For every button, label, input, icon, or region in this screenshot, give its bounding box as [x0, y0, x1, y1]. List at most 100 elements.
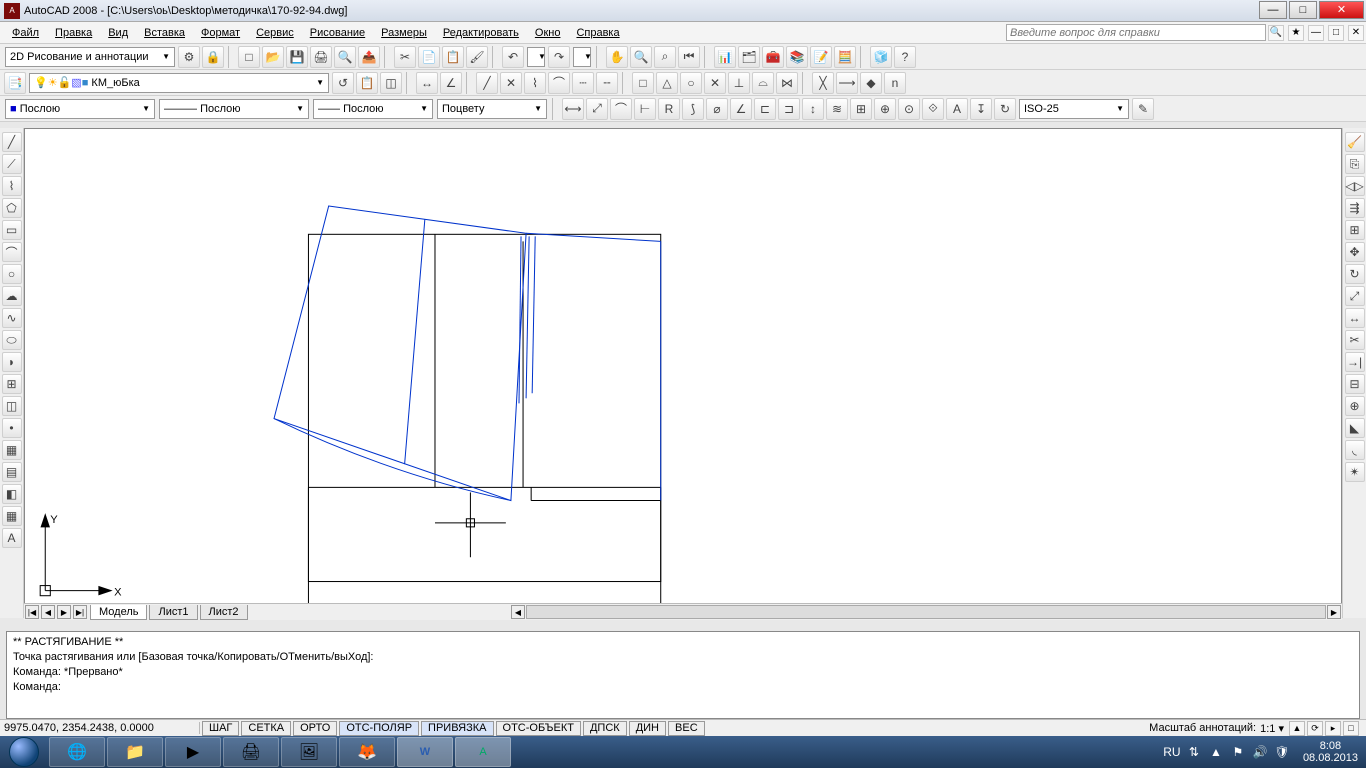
menu-file[interactable]: Файл — [4, 25, 47, 41]
osnap-none-icon[interactable]: n — [884, 72, 906, 94]
dim-ord-icon[interactable]: ⊢ — [634, 98, 656, 120]
menu-dimension[interactable]: Размеры — [373, 25, 435, 41]
toggle-ducs[interactable]: ДПСК — [583, 721, 627, 736]
osnap-ins-icon[interactable]: ◆ — [860, 72, 882, 94]
maximize-button[interactable]: □ — [1289, 1, 1317, 19]
layer-dropdown[interactable]: 💡☀🔓▧■ КМ_юБка▼ — [29, 73, 329, 93]
layer-prev-icon[interactable]: ↺ — [332, 72, 354, 94]
pline-tool-icon[interactable]: ⌇ — [2, 176, 22, 196]
copy-icon[interactable]: 📄 — [418, 46, 440, 68]
hscroll-right-icon[interactable]: ▶ — [1327, 605, 1341, 619]
osnap-mid-icon[interactable]: △ — [656, 72, 678, 94]
xline-icon[interactable]: ✕ — [500, 72, 522, 94]
doc-max-icon[interactable]: □ — [1328, 25, 1344, 41]
trim-icon[interactable]: ✂ — [1345, 330, 1365, 350]
dimstyle-mgr-icon[interactable]: ✎ — [1132, 98, 1154, 120]
pline-icon[interactable]: ⌇ — [524, 72, 546, 94]
explode-icon[interactable]: ✴ — [1345, 462, 1365, 482]
toggle-snap[interactable]: ШАГ — [202, 721, 239, 736]
preview-icon[interactable]: 🔍 — [334, 46, 356, 68]
properties-icon[interactable]: 📊 — [714, 46, 736, 68]
ssm-icon[interactable]: 📚 — [786, 46, 808, 68]
paste-icon[interactable]: 📋 — [442, 46, 464, 68]
toggle-polar[interactable]: ОТС-ПОЛЯР — [339, 721, 419, 736]
dim-aligned-icon[interactable]: ⤢ — [586, 98, 608, 120]
dim-base-icon[interactable]: ⊏ — [754, 98, 776, 120]
toggle-otrack[interactable]: ОТС-ОБЪЕКТ — [496, 721, 581, 736]
hscroll-track[interactable] — [526, 605, 1326, 619]
tray-action-icon[interactable]: ⚑ — [1230, 744, 1246, 760]
hscroll-left-icon[interactable]: ◀ — [511, 605, 525, 619]
layer-iso-icon[interactable]: ◫ — [380, 72, 402, 94]
color-dropdown[interactable]: ■ Послою▼ — [5, 99, 155, 119]
fillet-icon[interactable]: ◟ — [1345, 440, 1365, 460]
tray-lang[interactable]: RU — [1164, 744, 1180, 760]
spline-tool-icon[interactable]: ∿ — [2, 308, 22, 328]
line-icon[interactable]: ╱ — [476, 72, 498, 94]
mirror-icon[interactable]: ◁▷ — [1345, 176, 1365, 196]
inspect-icon[interactable]: ⊙ — [898, 98, 920, 120]
doc-min-icon[interactable]: — — [1308, 25, 1324, 41]
tab-layout2[interactable]: Лист2 — [200, 605, 248, 620]
circle-tool-icon[interactable]: ○ — [2, 264, 22, 284]
insert-tool-icon[interactable]: ⊞ — [2, 374, 22, 394]
dim-edit-icon[interactable]: A — [946, 98, 968, 120]
osnap-tan-icon[interactable]: ⌓ — [752, 72, 774, 94]
angle-icon[interactable]: ∠ — [440, 72, 462, 94]
print-icon[interactable]: 🖨 — [310, 46, 332, 68]
osnap-node-icon[interactable]: ✕ — [704, 72, 726, 94]
menu-insert[interactable]: Вставка — [136, 25, 193, 41]
undo-icon[interactable]: ↶ — [502, 46, 524, 68]
toggle-ortho[interactable]: ОРТО — [293, 721, 337, 736]
tab-last-icon[interactable]: ▶| — [73, 605, 87, 619]
layer-state-icon[interactable]: 📋 — [356, 72, 378, 94]
anno-vis-icon[interactable]: ▲ — [1289, 721, 1305, 736]
block-tool-icon[interactable]: ◫ — [2, 396, 22, 416]
tray-network-icon[interactable]: ⇅ — [1186, 744, 1202, 760]
taskbar-explorer-icon[interactable]: 📁 — [107, 737, 163, 767]
taskbar-firefox-icon[interactable]: 🦊 — [339, 737, 395, 767]
ellipsearc-tool-icon[interactable]: ◗ — [2, 352, 22, 372]
dim-linear-icon[interactable]: ⟷ — [562, 98, 584, 120]
redo-dropdown[interactable]: ▼ — [573, 47, 591, 67]
help-icon[interactable]: ? — [894, 46, 916, 68]
layer-manager-icon[interactable]: 📑 — [4, 72, 26, 94]
chamfer-icon[interactable]: ◣ — [1345, 418, 1365, 438]
offset-icon[interactable]: ⇶ — [1345, 198, 1365, 218]
clean-screen-icon[interactable]: □ — [1343, 721, 1359, 736]
grad-tool-icon[interactable]: ▤ — [2, 462, 22, 482]
xline-tool-icon[interactable]: ⟋ — [2, 154, 22, 174]
tab-first-icon[interactable]: |◀ — [25, 605, 39, 619]
rect-tool-icon[interactable]: ▭ — [2, 220, 22, 240]
lineweight-dropdown[interactable]: —— Послою▼ — [313, 99, 433, 119]
menu-view[interactable]: Вид — [100, 25, 136, 41]
tray-flag-icon[interactable]: ▲ — [1208, 744, 1224, 760]
arc-tool-icon[interactable]: ⌒ — [2, 242, 22, 262]
tol-icon[interactable]: ⊞ — [850, 98, 872, 120]
join-icon[interactable]: ⊕ — [1345, 396, 1365, 416]
tab-model[interactable]: Модель — [90, 605, 147, 620]
anno-auto-icon[interactable]: ⟳ — [1307, 721, 1323, 736]
dim-cont-icon[interactable]: ⊐ — [778, 98, 800, 120]
dist-icon[interactable]: ↔ — [416, 72, 438, 94]
region-tool-icon[interactable]: ◧ — [2, 484, 22, 504]
search-icon[interactable]: 🔍 — [1268, 25, 1284, 41]
ellipse-tool-icon[interactable]: ⬭ — [2, 330, 22, 350]
status-tray-icon[interactable]: ▸ — [1325, 721, 1341, 736]
tab-layout1[interactable]: Лист1 — [149, 605, 197, 620]
match-icon[interactable]: 🖌 — [466, 46, 488, 68]
redo-icon[interactable]: ↷ — [548, 46, 570, 68]
dim-arc-icon[interactable]: ⌒ — [610, 98, 632, 120]
gear-icon[interactable]: ⚙ — [178, 46, 200, 68]
revcloud-tool-icon[interactable]: ☁ — [2, 286, 22, 306]
taskbar-media-icon[interactable]: ▶ — [165, 737, 221, 767]
pan-icon[interactable]: ✋ — [606, 46, 628, 68]
lock-icon[interactable]: 🔒 — [202, 46, 224, 68]
command-window[interactable]: ** РАСТЯГИВАНИЕ ** Точка растягивания ил… — [6, 631, 1360, 719]
doc-close-icon[interactable]: ✕ — [1348, 25, 1364, 41]
star-icon[interactable]: ★ — [1288, 25, 1304, 41]
zoom-prev-icon[interactable]: ⏮ — [678, 46, 700, 68]
osnap-near-icon[interactable]: ⋈ — [776, 72, 798, 94]
line-tool-icon[interactable]: ╱ — [2, 132, 22, 152]
osnap-cen-icon[interactable]: ○ — [680, 72, 702, 94]
